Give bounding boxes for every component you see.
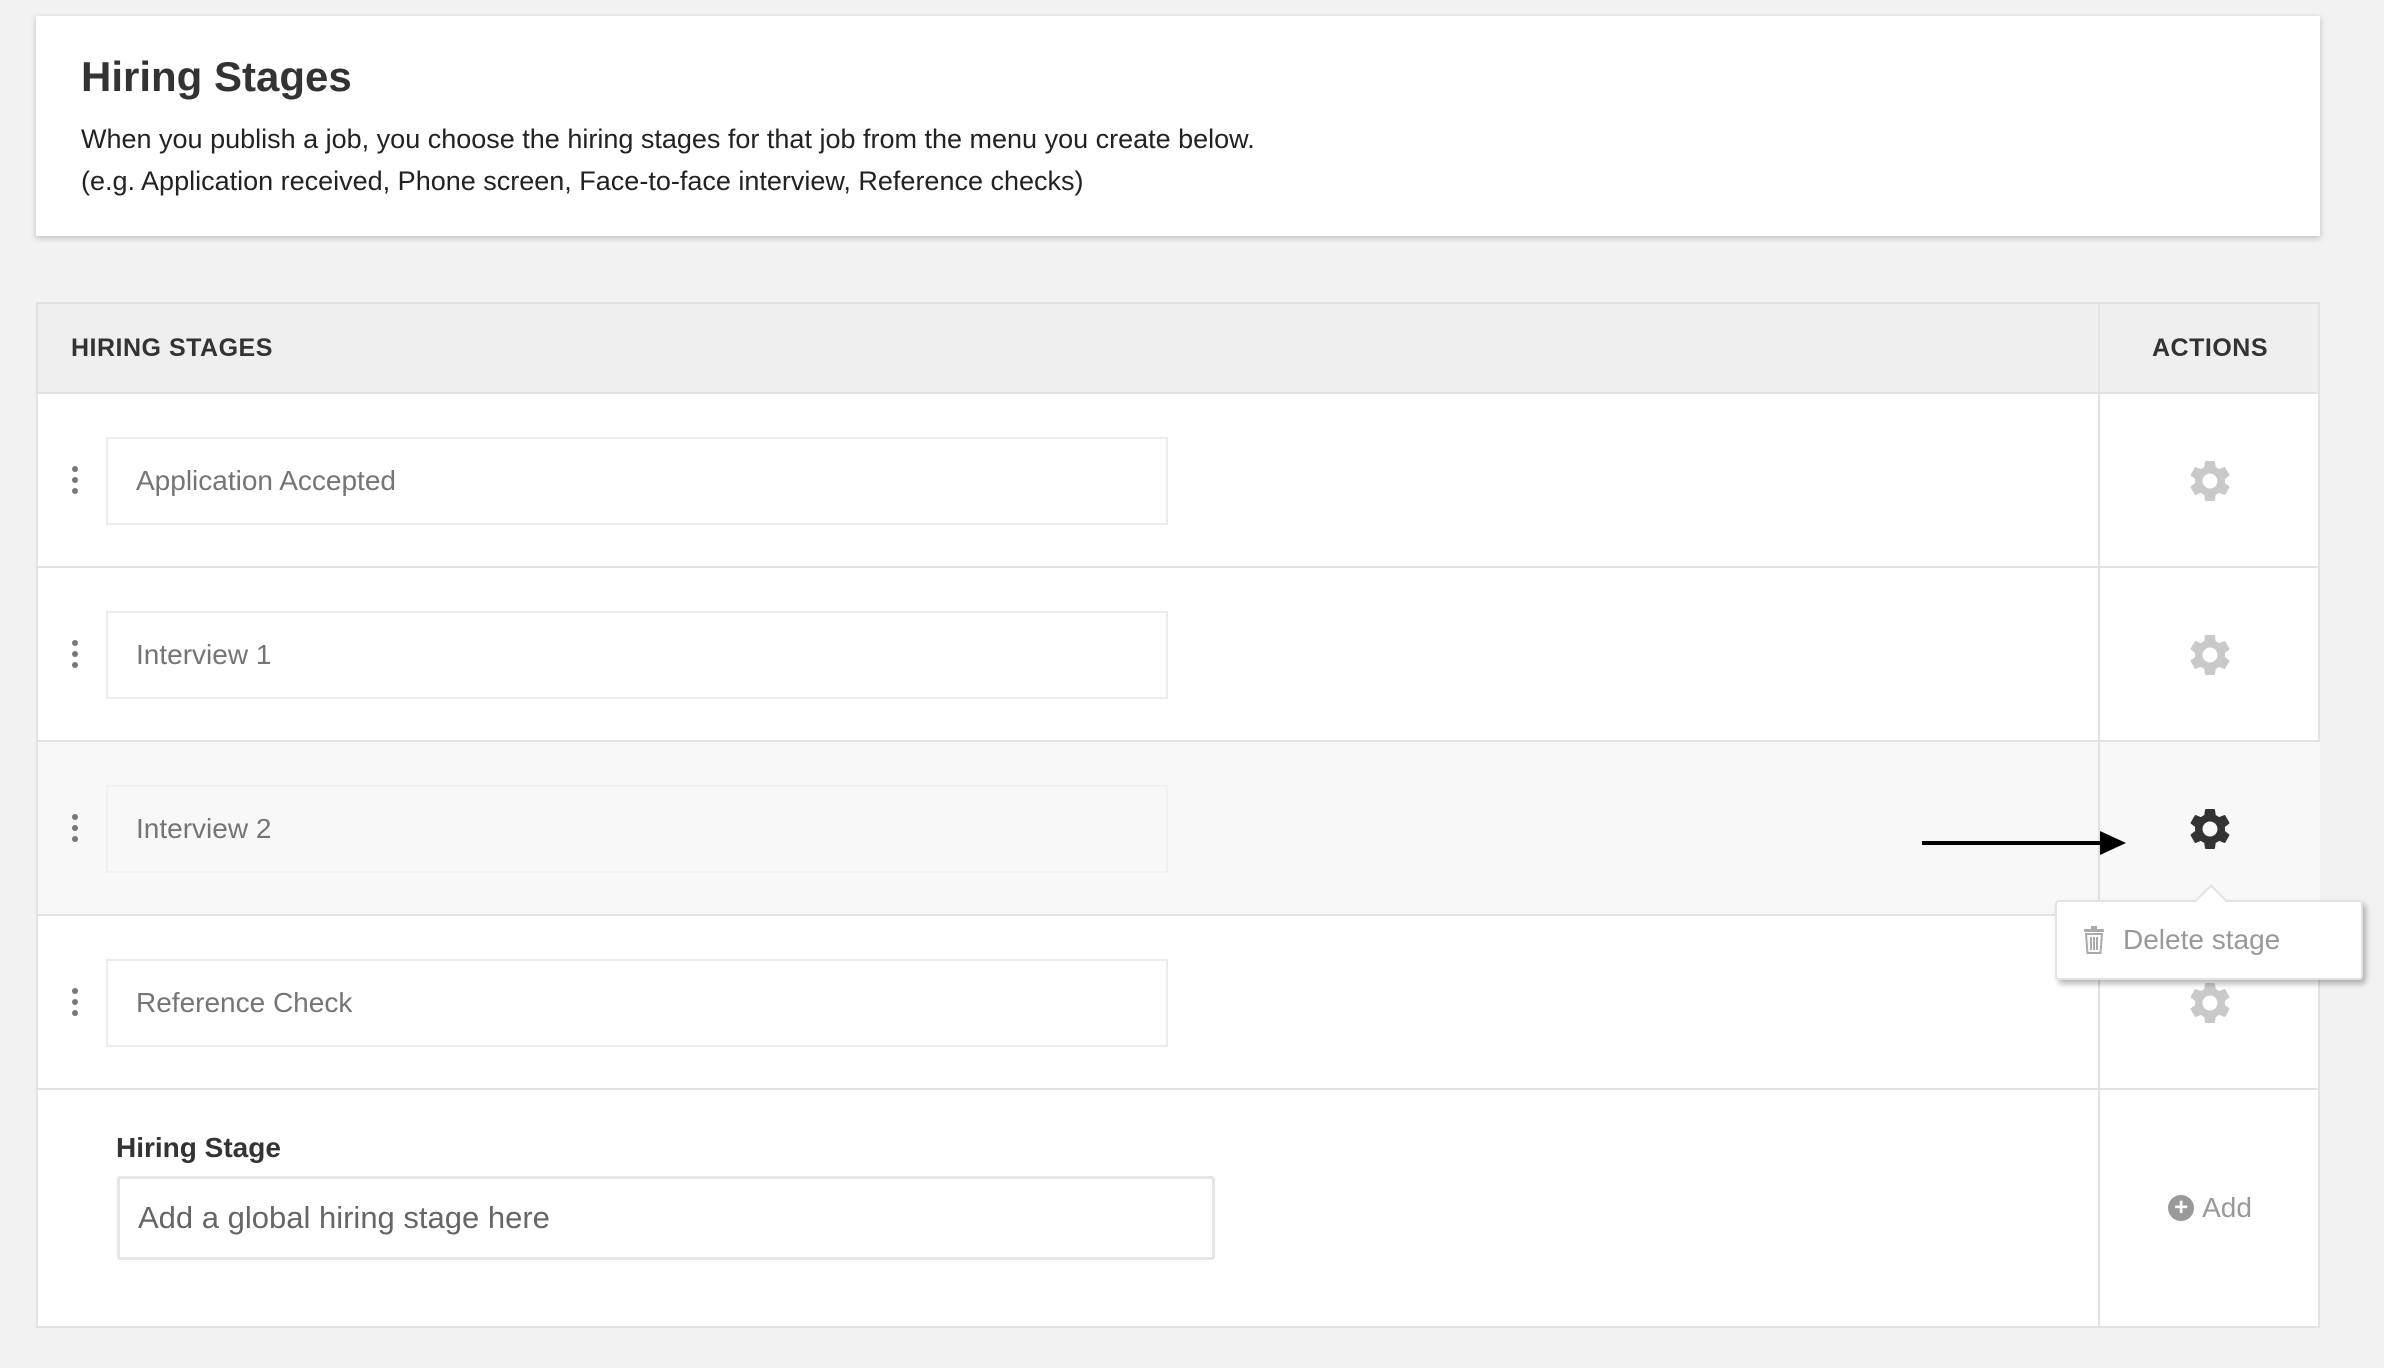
delete-stage-menu-item[interactable]: Delete stage [2083,902,2280,978]
trash-icon [2083,926,2105,954]
arrow-icon [1922,828,2126,858]
stage-name-input[interactable] [106,959,1168,1047]
page-title: Hiring Stages [81,53,352,100]
table-row [38,742,2098,916]
table-row-actions [2100,394,2320,568]
stage-actions-menu: Delete stage [2055,884,2363,980]
column-divider [2098,304,2100,1326]
description-line-1: When you publish a job, you choose the h… [81,124,1255,154]
add-stage-actions: + Add [2100,1092,2320,1328]
hiring-stage-label: Hiring Stage [116,1132,281,1163]
column-header-actions: ACTIONS [2152,334,2268,362]
table-row [38,916,2098,1090]
drag-handle-icon[interactable] [71,640,79,668]
gear-icon[interactable] [2185,978,2235,1028]
description-line-2: (e.g. Application received, Phone screen… [81,166,1084,196]
table-row-actions [2100,568,2320,742]
hiring-stages-table: HIRING STAGES ACTIONS Application Accept… [36,302,2320,1328]
delete-stage-label: Delete stage [2123,924,2281,955]
stage-name-input[interactable] [106,785,1168,873]
gear-icon[interactable] [2185,804,2235,854]
new-stage-input[interactable] [117,1176,1215,1260]
add-stage-button[interactable]: + Add [2100,1192,2320,1224]
stage-name-input[interactable] [106,437,1168,525]
add-button-label: Add [2202,1192,2252,1223]
page-header: Hiring Stages When you publish a job, yo… [36,16,2320,236]
table-header: HIRING STAGES ACTIONS [38,304,2318,394]
column-header-hiring-stages: HIRING STAGES [71,334,273,362]
drag-handle-icon[interactable] [71,988,79,1016]
page-description: When you publish a job, you choose the h… [81,118,2275,202]
stage-name-input[interactable] [106,611,1168,699]
add-stage-row: Hiring Stage [38,1092,2098,1328]
drag-handle-icon[interactable] [71,466,79,494]
gear-icon[interactable] [2185,630,2235,680]
drag-handle-icon[interactable] [71,814,79,842]
table-row [38,568,2098,742]
table-row [38,394,2098,568]
plus-circle-icon: + [2168,1195,2195,1221]
gear-icon[interactable] [2185,456,2235,506]
